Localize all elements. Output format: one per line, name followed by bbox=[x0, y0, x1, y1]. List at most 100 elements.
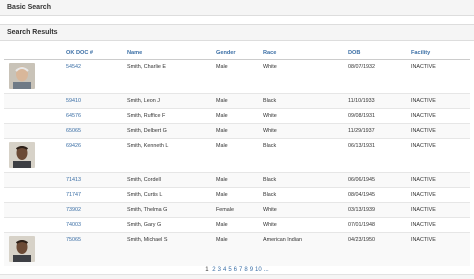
photo-cell bbox=[4, 187, 66, 203]
doc-number-link[interactable]: 74003 bbox=[66, 222, 81, 228]
doc-number-link[interactable]: 64576 bbox=[66, 113, 81, 119]
name-cell: Smith, Gary G bbox=[127, 217, 216, 233]
gender-cell: Male bbox=[216, 108, 263, 124]
dob-cell: 07/01/1948 bbox=[348, 222, 375, 228]
dob-cell: 11/29/1937 bbox=[348, 123, 411, 139]
doc-number-link[interactable]: 59410 bbox=[66, 98, 81, 104]
photo-column-header bbox=[4, 46, 66, 60]
race-cell: American Indian bbox=[263, 232, 348, 266]
name-cell: Smith, Cordell bbox=[127, 172, 216, 188]
race-cell: White bbox=[263, 59, 348, 94]
gender-cell: Female bbox=[216, 202, 263, 218]
dob-cell: 08/04/1945 bbox=[348, 187, 411, 203]
page-link-6[interactable]: 6 bbox=[234, 267, 237, 273]
race-cell: White bbox=[263, 217, 348, 233]
page-link-7[interactable]: 7 bbox=[239, 267, 242, 273]
name-cell: Smith, Charlie E bbox=[127, 64, 166, 70]
race-cell: Black bbox=[263, 138, 348, 173]
page-link-4[interactable]: 4 bbox=[223, 267, 226, 273]
table-row[interactable]: 64576 Smith, Ruffice F Male White 09/08/1931… bbox=[4, 108, 470, 124]
facility-cell: INACTIVE bbox=[411, 98, 436, 104]
facility-cell: INACTIVE bbox=[411, 177, 436, 183]
dob-cell: 04/23/1950 bbox=[348, 232, 411, 266]
inmate-photo[interactable] bbox=[9, 236, 35, 262]
facility-cell: INACTIVE bbox=[411, 207, 436, 213]
page-link-3[interactable]: 3 bbox=[218, 267, 221, 273]
table-row[interactable]: 65065 Smith, Delbert G Male White 11/29/1937… bbox=[4, 123, 470, 139]
table-row[interactable]: 73902 Smith, Thelma G Female White 03/13/193… bbox=[4, 202, 470, 218]
doc-number-link[interactable]: 65065 bbox=[66, 128, 81, 134]
doc-number-link[interactable]: 71413 bbox=[66, 177, 81, 183]
gender-cell: Male bbox=[216, 217, 263, 233]
column-header-gender[interactable]: Gender bbox=[216, 46, 263, 60]
page-more-link[interactable]: ... bbox=[264, 267, 269, 273]
gender-cell: Male bbox=[216, 93, 263, 109]
race-cell: White bbox=[263, 123, 348, 139]
gender-cell: Male bbox=[216, 113, 228, 119]
doc-number-link[interactable]: 75065 bbox=[66, 237, 81, 243]
name-cell: Smith, Kenneth L bbox=[127, 143, 169, 149]
dob-cell: 06/13/1931 bbox=[348, 143, 375, 149]
column-header-doc[interactable]: OK DOC # bbox=[66, 46, 127, 60]
page-link-9[interactable]: 9 bbox=[250, 267, 253, 273]
photo-cell bbox=[4, 138, 66, 173]
dob-cell: 06/06/1945 bbox=[348, 172, 411, 188]
dob-cell: 11/10/1933 bbox=[348, 93, 411, 109]
page-link-10[interactable]: 10 bbox=[255, 267, 262, 273]
race-cell: Black bbox=[263, 187, 348, 203]
photo-cell bbox=[4, 217, 66, 233]
facility-cell: INACTIVE bbox=[411, 64, 436, 70]
doc-number-link[interactable]: 69426 bbox=[66, 143, 81, 149]
doc-number-link[interactable]: 54542 bbox=[66, 64, 81, 70]
inmate-photo[interactable] bbox=[9, 142, 35, 168]
name-cell: Smith, Delbert G bbox=[127, 128, 167, 134]
page-link-8[interactable]: 8 bbox=[244, 267, 247, 273]
gender-cell: Male bbox=[216, 123, 263, 139]
pagination: 1 2 3 4 5 6 7 8 9 10... bbox=[0, 266, 474, 274]
table-row[interactable]: 71747 Smith, Curtis L Male Black 08/04/1945 I… bbox=[4, 187, 470, 203]
race-cell: Black bbox=[263, 172, 348, 188]
gender-cell: Male bbox=[216, 222, 228, 228]
photo-cell bbox=[4, 123, 66, 139]
column-header-dob[interactable]: DOB bbox=[348, 46, 411, 60]
basic-search-title: Basic Search bbox=[7, 4, 51, 11]
photo-cell bbox=[4, 59, 66, 94]
inmate-photo[interactable] bbox=[9, 63, 35, 89]
table-row[interactable]: 54542 Smith, Charlie E Male White 08/07/1932… bbox=[4, 59, 470, 94]
table-row[interactable]: 59410 Smith, Leon J Male Black 11/10/1933 INA… bbox=[4, 93, 470, 109]
table-row[interactable]: 69426 Smith, Kenneth L Male Black 06/13/1931… bbox=[4, 138, 470, 173]
photo-cell bbox=[4, 108, 66, 124]
gender-cell: Male bbox=[216, 177, 228, 183]
gender-cell: Male bbox=[216, 187, 263, 203]
race-cell: White bbox=[263, 108, 348, 124]
column-header-name[interactable]: Name bbox=[127, 46, 216, 60]
name-cell: Smith, Kenneth L bbox=[127, 138, 216, 173]
facility-cell: INACTIVE bbox=[411, 128, 436, 134]
name-cell: Smith, Leon J bbox=[127, 93, 216, 109]
search-results-title: Search Results bbox=[7, 29, 58, 36]
name-cell: Smith, Michael S bbox=[127, 232, 216, 266]
basic-search-panel-header[interactable]: Basic Search bbox=[0, 0, 474, 16]
dob-cell: 08/07/1932 bbox=[348, 64, 375, 70]
name-cell: Smith, Thelma G bbox=[127, 202, 216, 218]
page-link-2[interactable]: 2 bbox=[212, 267, 215, 273]
table-header-row: OK DOC # Name Gender Race DOB Facility bbox=[4, 46, 470, 60]
doc-number-link[interactable]: 71747 bbox=[66, 192, 81, 198]
facility-cell: INACTIVE bbox=[411, 232, 470, 266]
photo-cell bbox=[4, 202, 66, 218]
name-cell: Smith, Ruffice F bbox=[127, 108, 216, 124]
dob-cell: 04/23/1950 bbox=[348, 237, 375, 243]
race-cell: White bbox=[263, 113, 277, 119]
dob-cell: 06/13/1931 bbox=[348, 138, 411, 173]
table-row[interactable]: 74003 Smith, Gary G Male White 07/01/1948 INA… bbox=[4, 217, 470, 233]
facility-cell: INACTIVE bbox=[411, 187, 470, 203]
facility-cell: INACTIVE bbox=[411, 113, 436, 119]
page-link-5[interactable]: 5 bbox=[228, 267, 231, 273]
doc-number-link[interactable]: 73902 bbox=[66, 207, 81, 213]
column-header-race[interactable]: Race bbox=[263, 46, 348, 60]
race-cell: White bbox=[263, 222, 277, 228]
column-header-facility[interactable]: Facility bbox=[411, 46, 470, 60]
table-row[interactable]: 75065 Smith, Michael S Male American Indian… bbox=[4, 232, 470, 266]
table-row[interactable]: 71413 Smith, Cordell Male Black 06/06/1945 IN… bbox=[4, 172, 470, 188]
name-cell: Smith, Ruffice F bbox=[127, 113, 166, 119]
